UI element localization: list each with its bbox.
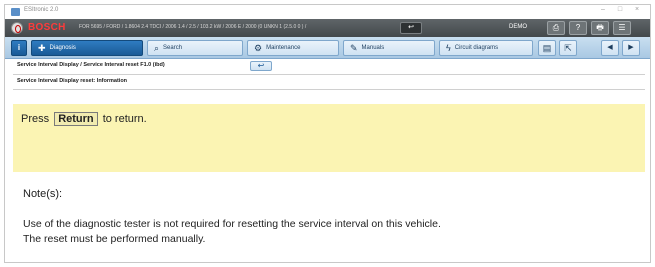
tab-search[interactable]: ⌕ Search: [147, 40, 243, 56]
tab-manuals[interactable]: ✎ Manuals: [343, 40, 435, 56]
vehicle-info: FOR 5695 / FORD / 1.8604 2.4 TDCI / 2006…: [79, 24, 307, 30]
notes-heading: Note(s):: [23, 188, 63, 200]
application-window: ESItronic 2.0 – □ × BOSCH FOR 5695 / FOR…: [4, 4, 651, 263]
tab-diagnosis[interactable]: ✚ Diagnosis: [31, 40, 143, 56]
document-icon: ▤: [542, 43, 552, 53]
divider: [13, 89, 645, 90]
external-button[interactable]: ⇱: [559, 40, 577, 56]
tab-maintenance[interactable]: ⚙ Maintenance: [247, 40, 339, 56]
note-line: Use of the diagnostic tester is not requ…: [23, 218, 441, 230]
chevron-left-icon: ◀: [607, 44, 613, 51]
title-bar: ESItronic 2.0 – □ ×: [5, 5, 650, 19]
gears-icon: ⚙: [254, 43, 263, 53]
bosch-logo-icon: [11, 22, 23, 34]
note-line: The reset must be performed manually.: [23, 233, 206, 245]
external-icon: ⇱: [564, 43, 572, 53]
instruction-prefix: Press: [21, 113, 50, 125]
next-button[interactable]: ▶: [622, 40, 640, 56]
page-subtitle: Service Interval Display reset: Informat…: [17, 78, 128, 84]
prev-button[interactable]: ◀: [601, 40, 619, 56]
instruction-suffix: to return.: [102, 113, 147, 125]
wrench-icon: ✎: [350, 43, 358, 53]
tab-label: Circuit diagrams: [454, 45, 499, 51]
tab-label: Search: [163, 45, 183, 51]
breadcrumb: Service Interval Display / Service Inter…: [17, 62, 165, 68]
info-button[interactable]: i: [11, 40, 27, 56]
header-bar: BOSCH FOR 5695 / FORD / 1.8604 2.4 TDCI …: [5, 19, 650, 37]
tab-bar: i ✚ Diagnosis ⌕ Search ⚙ Maintenance ✎ Manua…: [5, 37, 650, 59]
info-icon: i: [17, 43, 21, 52]
tab-label: Maintenance: [266, 45, 301, 51]
tab-label: Manuals: [361, 45, 385, 51]
menu-icon[interactable]: ☰: [613, 21, 631, 35]
minimize-button[interactable]: –: [597, 6, 609, 13]
back-arrow-icon: ↩: [257, 61, 265, 70]
tab-label: Diagnosis: [49, 45, 76, 51]
app-icon: [11, 8, 20, 16]
instruction-text: Press Return to return.: [21, 112, 147, 126]
print-preview-icon[interactable]: ⎙: [547, 21, 565, 35]
header-back-button[interactable]: ↩: [400, 22, 422, 34]
maximize-button[interactable]: □: [614, 6, 626, 13]
close-button[interactable]: ×: [631, 6, 643, 13]
return-key-button[interactable]: Return: [54, 112, 98, 126]
mode-label: DEMO: [509, 24, 527, 30]
document-button[interactable]: ▤: [538, 40, 556, 56]
brand-name: BOSCH: [28, 22, 66, 33]
help-icon[interactable]: ?: [569, 21, 587, 35]
window-title: ESItronic 2.0: [24, 7, 59, 13]
stethoscope-icon: ✚: [38, 43, 46, 53]
tab-circuit-diagrams[interactable]: ϟ Circuit diagrams: [439, 40, 533, 56]
divider: [13, 74, 645, 75]
search-icon: ⌕: [154, 43, 160, 53]
printer-icon[interactable]: 🖶: [591, 21, 609, 35]
instruction-panel: Press Return to return.: [13, 104, 645, 172]
breadcrumb-back-button[interactable]: ↩: [250, 61, 272, 71]
circuit-icon: ϟ: [446, 43, 451, 53]
chevron-right-icon: ▶: [628, 44, 634, 51]
